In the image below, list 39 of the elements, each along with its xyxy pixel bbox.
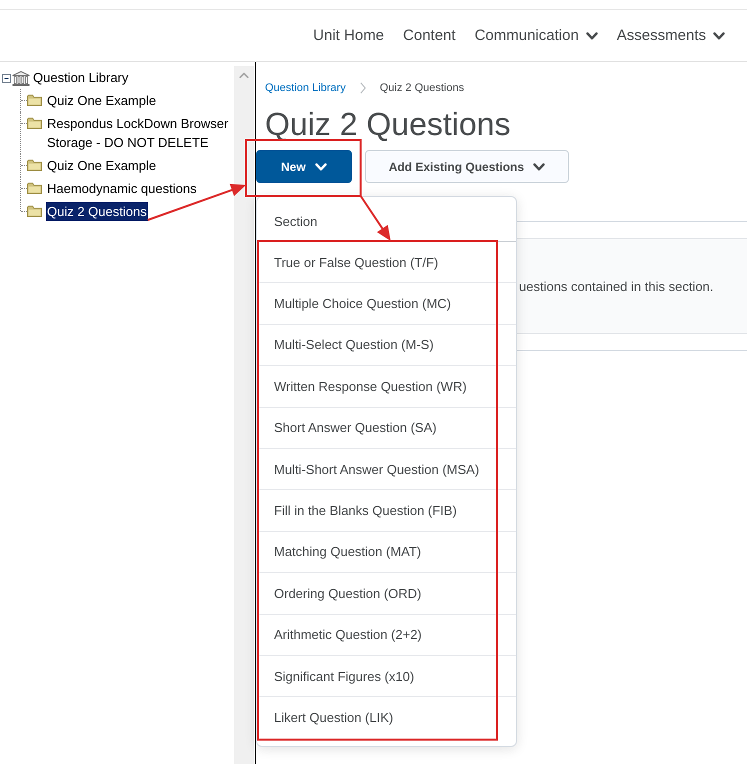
chevron-right-icon (360, 82, 366, 94)
menu-item[interactable]: Multi-Short Answer Question (MSA) (257, 448, 516, 490)
building-icon (12, 70, 30, 86)
tree-item[interactable]: Quiz One Example (46, 156, 158, 175)
menu-item[interactable]: Arithmetic Question (2+2) (257, 614, 516, 656)
tree-item[interactable]: Quiz 2 Questions (46, 202, 148, 221)
tree-item[interactable]: Haemodynamic questions (46, 179, 198, 198)
menu-item[interactable]: Multiple Choice Question (MC) (257, 283, 516, 325)
tree-item[interactable]: Question Library (32, 69, 130, 87)
breadcrumb-link[interactable]: Question Library (265, 82, 346, 94)
menu-item[interactable]: Short Answer Question (SA) (257, 408, 516, 449)
menu-item[interactable]: Written Response Question (WR) (257, 366, 516, 408)
menu-item[interactable]: Ordering Question (ORD) (257, 573, 516, 615)
menu-item[interactable]: Significant Figures (x10) (257, 656, 516, 698)
folder-icon (27, 205, 42, 217)
folder-icon (27, 94, 42, 106)
folder-icon (27, 159, 42, 171)
tree-item[interactable]: Quiz One Example (46, 91, 158, 110)
menu-item[interactable]: Likert Question (LIK) (257, 697, 516, 738)
nav-link[interactable]: Content (403, 27, 456, 44)
nav-link[interactable]: Unit Home (313, 27, 384, 44)
chevron-down-icon (533, 162, 546, 170)
breadcrumb-current: Quiz 2 Questions (380, 82, 464, 94)
menu-item[interactable]: Multi-Select Question (M-S) (257, 324, 516, 366)
chevron-down-icon (314, 162, 327, 170)
tree-item[interactable]: Respondus LockDown Browser Storage - DO NOT DELETE (46, 114, 230, 152)
collapse-icon[interactable] (2, 74, 11, 82)
page-title: Quiz 2 Questions (265, 105, 510, 144)
folder-icon (27, 182, 42, 194)
section-description: uestions contained in this section. (519, 278, 714, 294)
nav-link[interactable]: Assessments (616, 27, 725, 44)
nav-link[interactable]: Communication (474, 27, 598, 44)
menu-item[interactable]: Fill in the Blanks Question (FIB) (257, 490, 516, 532)
annotation-arrow (360, 195, 391, 241)
menu-item[interactable]: True or False Question (T/F) (257, 242, 516, 284)
add-existing-button[interactable]: Add Existing Questions (364, 150, 570, 183)
menu-item[interactable]: Matching Question (MAT) (257, 532, 516, 574)
new-button[interactable]: New (256, 150, 352, 183)
folder-icon (27, 117, 42, 129)
